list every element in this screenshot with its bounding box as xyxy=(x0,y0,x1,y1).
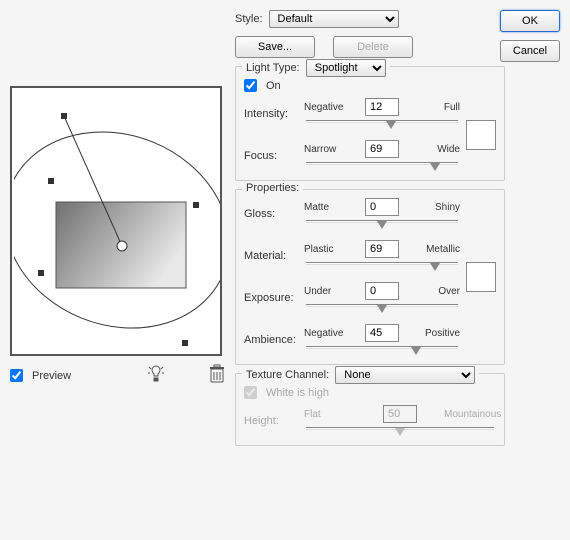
height-max: Mountainous xyxy=(444,409,496,420)
gloss-thumb[interactable] xyxy=(377,221,387,229)
exposure-thumb[interactable] xyxy=(377,305,387,313)
properties-label: Properties: xyxy=(242,182,303,194)
white-high-checkbox xyxy=(244,386,257,399)
intensity-label: Intensity: xyxy=(244,108,304,120)
gloss-slider[interactable] xyxy=(304,218,460,230)
exposure-field[interactable] xyxy=(365,282,399,300)
cancel-button[interactable]: Cancel xyxy=(500,40,560,62)
texture-select[interactable]: None xyxy=(335,366,475,384)
style-label: Style: xyxy=(235,13,263,25)
texture-label: Texture Channel: xyxy=(246,369,329,381)
save-button[interactable]: Save... xyxy=(235,36,315,58)
on-label: On xyxy=(266,80,281,92)
focus-min: Narrow xyxy=(304,144,356,155)
preview-label: Preview xyxy=(32,370,71,382)
focus-max: Wide xyxy=(408,144,460,155)
ambience-max: Positive xyxy=(408,328,460,339)
gloss-max: Shiny xyxy=(408,202,460,213)
ambience-field[interactable] xyxy=(365,324,399,342)
gloss-min: Matte xyxy=(304,202,356,213)
ok-button[interactable]: OK xyxy=(500,10,560,32)
intensity-max: Full xyxy=(408,102,460,113)
intensity-min: Negative xyxy=(304,102,356,113)
material-label: Material: xyxy=(244,250,304,262)
height-label: Height: xyxy=(244,415,304,427)
ambient-color-swatch[interactable] xyxy=(466,262,496,292)
white-high-label: White is high xyxy=(266,387,329,399)
height-min: Flat xyxy=(304,409,356,420)
intensity-field[interactable] xyxy=(365,98,399,116)
on-checkbox[interactable] xyxy=(244,79,257,92)
light-gizmo[interactable] xyxy=(14,90,220,354)
focus-field[interactable] xyxy=(365,140,399,158)
light-color-swatch[interactable] xyxy=(466,120,496,150)
material-thumb[interactable] xyxy=(430,263,440,271)
lightbulb-icon[interactable] xyxy=(146,364,166,387)
ambience-thumb[interactable] xyxy=(411,347,421,355)
style-select[interactable]: Default xyxy=(269,10,399,28)
intensity-slider[interactable] xyxy=(304,118,460,130)
material-slider[interactable] xyxy=(304,260,460,272)
preview-area[interactable] xyxy=(10,86,222,356)
trash-icon[interactable] xyxy=(208,364,226,387)
height-thumb xyxy=(395,428,405,436)
light-type-label: Light Type: xyxy=(246,62,300,74)
intensity-thumb[interactable] xyxy=(386,121,396,129)
material-max: Metallic xyxy=(408,244,460,255)
exposure-label: Exposure: xyxy=(244,292,304,304)
ambience-label: Ambience: xyxy=(244,334,304,346)
delete-button: Delete xyxy=(333,36,413,58)
gloss-field[interactable] xyxy=(365,198,399,216)
exposure-max: Over xyxy=(408,286,460,297)
preview-checkbox[interactable] xyxy=(10,369,23,382)
exposure-slider[interactable] xyxy=(304,302,460,314)
focus-label: Focus: xyxy=(244,150,304,162)
ambience-slider[interactable] xyxy=(304,344,460,356)
light-type-select[interactable]: Spotlight xyxy=(306,59,386,77)
material-field[interactable] xyxy=(365,240,399,258)
exposure-min: Under xyxy=(304,286,356,297)
height-slider xyxy=(304,425,496,437)
focus-thumb[interactable] xyxy=(430,163,440,171)
focus-slider[interactable] xyxy=(304,160,460,172)
ambience-min: Negative xyxy=(304,328,356,339)
material-min: Plastic xyxy=(304,244,356,255)
height-field xyxy=(383,405,417,423)
gloss-label: Gloss: xyxy=(244,208,304,220)
